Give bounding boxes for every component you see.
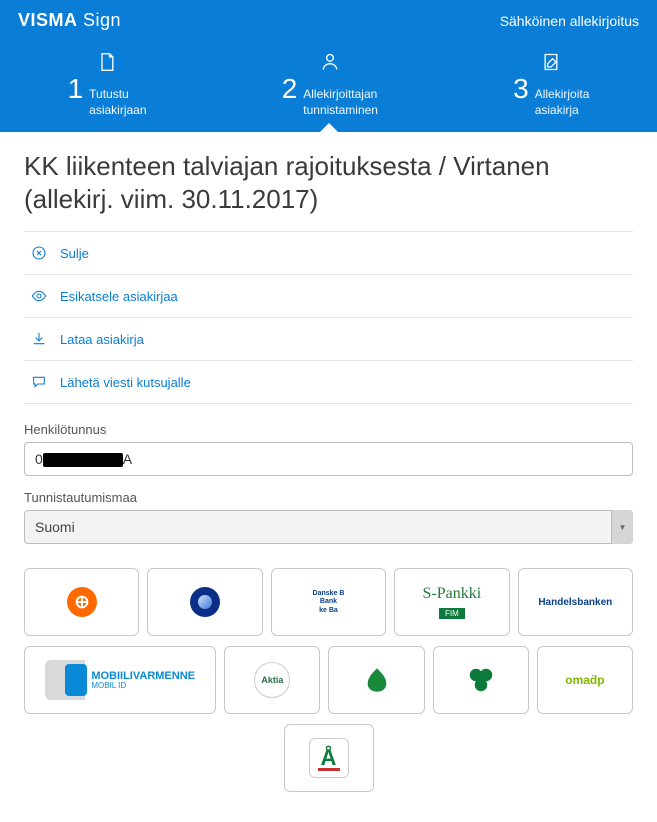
country-label: Tunnistautumismaa <box>24 490 633 505</box>
step-3-num: 3 <box>513 75 529 103</box>
step-1-line1: Tutustu <box>89 87 146 103</box>
nordea-icon <box>190 587 220 617</box>
provider-op[interactable] <box>24 568 139 636</box>
provider-row-2: MOBIILIVARMENNE MOBIL ID Aktia omaḋp <box>24 646 633 714</box>
ssn-redacted <box>43 453 123 467</box>
provider-danske[interactable]: Danske B Bank ke Ba <box>271 568 386 636</box>
content: KK liikenteen talviajan rajoituksesta / … <box>0 132 657 822</box>
step-3-line2: asiakirja <box>535 103 590 119</box>
spankki-label: S-Pankki <box>423 585 482 603</box>
country-select-wrap: Suomi ▼ <box>24 510 633 544</box>
download-button[interactable]: Lataa asiakirja <box>24 318 633 361</box>
provider-mobiilivarmenne[interactable]: MOBIILIVARMENNE MOBIL ID <box>24 646 216 714</box>
provider-row-1: Danske B Bank ke Ba S-Pankki FIM Handels… <box>24 568 633 636</box>
chat-icon <box>30 373 48 391</box>
message-button[interactable]: Lähetä viesti kutsujalle <box>24 361 633 404</box>
preview-label: Esikatsele asiakirjaa <box>60 289 178 304</box>
danske-l2: Bank <box>313 598 345 606</box>
brand-name: VISMA <box>18 10 78 30</box>
document-icon <box>97 51 117 73</box>
provider-omad[interactable]: omaḋp <box>537 646 633 714</box>
step-2-line2: tunnistaminen <box>303 103 378 119</box>
provider-saastopankki[interactable] <box>328 646 424 714</box>
aktia-label: Aktia <box>254 662 290 698</box>
op-icon <box>67 587 97 617</box>
tagline: Sähköinen allekirjoitus <box>500 13 639 29</box>
sign-icon <box>541 51 561 73</box>
provider-row-3: Å <box>24 724 633 792</box>
chevron-down-icon[interactable]: ▼ <box>611 510 633 544</box>
step-3-line1: Allekirjoita <box>535 87 590 103</box>
danske-l1: Danske B <box>313 590 345 598</box>
mobiili-icon <box>45 660 85 700</box>
header: VISMA Sign Sähköinen allekirjoitus 1 Tut… <box>0 0 657 132</box>
preview-button[interactable]: Esikatsele asiakirjaa <box>24 275 633 318</box>
close-button[interactable]: Sulje <box>24 232 633 275</box>
topbar: VISMA Sign Sähköinen allekirjoitus <box>0 0 657 35</box>
clover-icon <box>466 665 496 695</box>
step-2[interactable]: 2 Allekirjoittajan tunnistaminen <box>282 51 378 118</box>
close-icon <box>30 244 48 262</box>
step-1-num: 1 <box>68 75 84 103</box>
provider-handelsbanken[interactable]: Handelsbanken <box>518 568 633 636</box>
provider-alandsbanken[interactable]: Å <box>284 724 374 792</box>
provider-nordea[interactable] <box>147 568 262 636</box>
step-2-line1: Allekirjoittajan <box>303 87 378 103</box>
danske-l3: ke Ba <box>313 607 345 615</box>
handelsbanken-label: Handelsbanken <box>538 597 612 608</box>
ssn-prefix: 0 <box>35 451 43 467</box>
mobiili-sub: MOBIL ID <box>91 682 195 691</box>
alandsbanken-icon: Å <box>309 738 349 778</box>
step-3[interactable]: 3 Allekirjoita asiakirja <box>513 51 589 118</box>
step-1-line2: asiakirjaan <box>89 103 146 119</box>
omad-label: omaḋp <box>565 673 604 687</box>
brand: VISMA Sign <box>18 10 121 31</box>
provider-spankki[interactable]: S-Pankki FIM <box>394 568 509 636</box>
spankki-tag: FIM <box>439 608 465 619</box>
provider-aktia[interactable]: Aktia <box>224 646 320 714</box>
download-label: Lataa asiakirja <box>60 332 144 347</box>
ssn-input[interactable]: 0A <box>24 442 633 476</box>
eye-icon <box>30 287 48 305</box>
active-step-pointer-icon <box>319 123 339 133</box>
ssn-suffix: A <box>123 451 132 467</box>
brand-sub: Sign <box>83 10 121 30</box>
leaf-icon <box>363 666 391 694</box>
close-label: Sulje <box>60 246 89 261</box>
steps: 1 Tutustu asiakirjaan 2 Allekirjoittajan… <box>0 35 657 132</box>
message-label: Lähetä viesti kutsujalle <box>60 375 191 390</box>
actions-list: Sulje Esikatsele asiakirjaa Lataa asiaki… <box>24 231 633 404</box>
provider-pop[interactable] <box>433 646 529 714</box>
step-1[interactable]: 1 Tutustu asiakirjaan <box>68 51 147 118</box>
person-icon <box>320 51 340 73</box>
download-icon <box>30 330 48 348</box>
ssn-label: Henkilötunnus <box>24 422 633 437</box>
step-2-num: 2 <box>282 75 298 103</box>
country-select[interactable]: Suomi <box>24 510 633 544</box>
page-title: KK liikenteen talviajan rajoituksesta / … <box>24 150 633 215</box>
